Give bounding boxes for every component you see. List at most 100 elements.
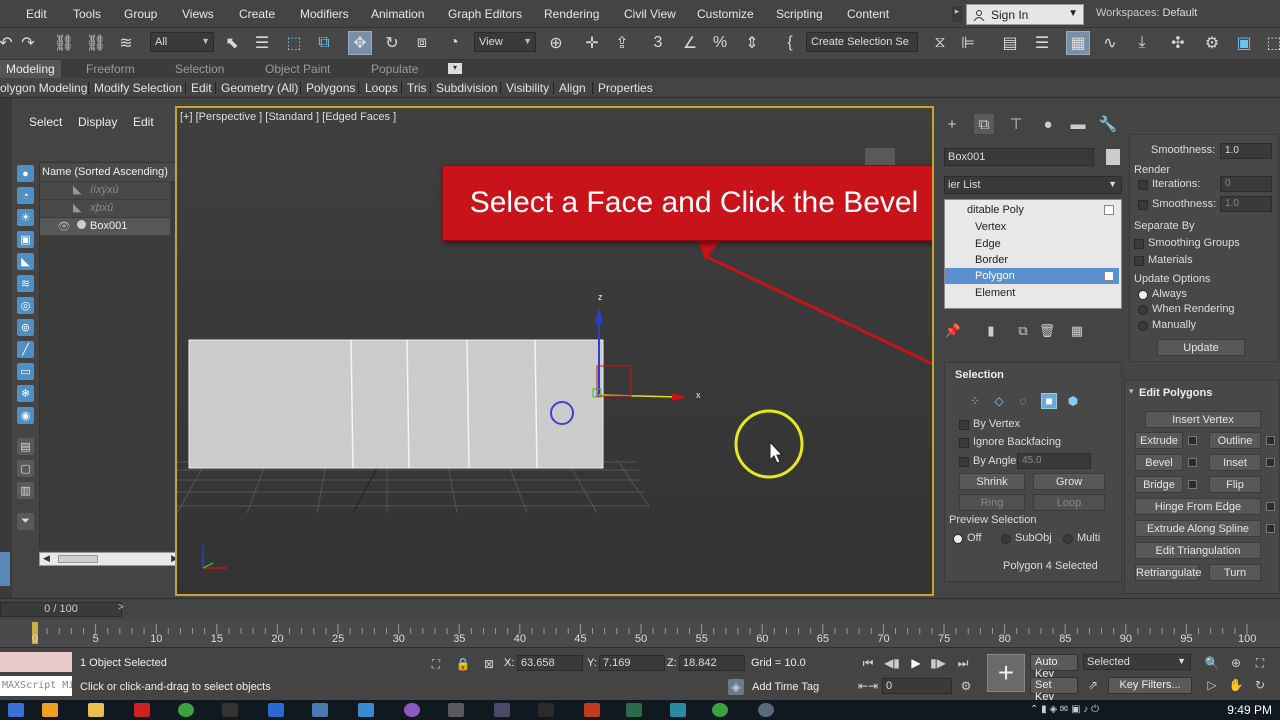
window-crossing-icon[interactable]: ⧉ bbox=[312, 31, 336, 55]
panel-polygon-modeling[interactable]: olygon Modeling bbox=[0, 81, 87, 95]
add-time-tag[interactable]: Add Time Tag bbox=[752, 681, 819, 693]
illustrator-icon[interactable] bbox=[584, 703, 600, 717]
zoom-extents-icon[interactable]: ⛶ bbox=[1252, 655, 1268, 671]
set-key-button[interactable]: Set Key bbox=[1030, 677, 1078, 703]
next-frame-icon[interactable]: ▮▶ bbox=[930, 655, 946, 671]
menu-graph-editors[interactable]: Graph Editors bbox=[448, 7, 522, 21]
menu-customize[interactable]: Customize bbox=[697, 7, 754, 21]
taskbar-app-icon[interactable] bbox=[404, 703, 420, 717]
selection-filter-dropdown[interactable]: All ▼ bbox=[150, 32, 214, 52]
display-containers-icon[interactable]: ▭ bbox=[17, 363, 34, 380]
select-and-move-icon[interactable]: ✥ bbox=[348, 31, 372, 55]
taskbar-app-icon[interactable] bbox=[448, 703, 464, 717]
maxscript-output[interactable] bbox=[0, 652, 72, 672]
workspaces-selector[interactable]: Workspaces: Default bbox=[1096, 7, 1197, 19]
panel-visibility[interactable]: Visibility bbox=[506, 81, 549, 95]
key-set-dropdown[interactable]: Selected ▼ bbox=[1083, 654, 1191, 670]
material-editor-icon[interactable]: ✣ bbox=[1166, 31, 1190, 55]
display-lights-icon[interactable]: ☀ bbox=[17, 209, 34, 226]
selection-lock-icon[interactable]: 🔒 bbox=[455, 656, 471, 672]
ignore-backfacing-checkbox[interactable]: Ignore Backfacing bbox=[959, 436, 1061, 448]
time-tag-icon[interactable]: ◈ bbox=[728, 679, 744, 695]
ribbon-toggle-icon[interactable]: ▦ bbox=[1066, 31, 1090, 55]
display-none-icon[interactable]: ▢ bbox=[17, 460, 34, 477]
go-to-start-icon[interactable]: ⏮ bbox=[860, 655, 876, 671]
by-vertex-checkbox[interactable]: By Vertex bbox=[959, 418, 1020, 430]
panel-tris[interactable]: Tris bbox=[407, 81, 427, 95]
zoom-icon[interactable]: 🔍 bbox=[1204, 655, 1220, 671]
auto-key-button[interactable]: Auto Key bbox=[1030, 654, 1078, 680]
edit-triangulation-button[interactable]: Edit Triangulation bbox=[1135, 542, 1261, 559]
menu-views[interactable]: Views bbox=[182, 7, 214, 21]
start-icon[interactable] bbox=[8, 703, 24, 717]
menu-rendering[interactable]: Rendering bbox=[544, 7, 599, 21]
time-configuration-icon[interactable]: ⚙ bbox=[958, 678, 974, 694]
panel-loops[interactable]: Loops bbox=[365, 81, 398, 95]
menu-create[interactable]: Create bbox=[239, 7, 275, 21]
y-coord-field[interactable]: 7.169 bbox=[599, 655, 665, 671]
edit-polygons-title[interactable]: Edit Polygons bbox=[1139, 387, 1212, 399]
menu-civil-view[interactable]: Civil View bbox=[624, 7, 676, 21]
panel-align[interactable]: Align bbox=[559, 81, 586, 95]
taskbar-app-icon[interactable] bbox=[358, 703, 374, 717]
smoothness-spinner[interactable]: 1.0 bbox=[1220, 143, 1272, 159]
absolute-mode-icon[interactable]: ⊠ bbox=[481, 656, 497, 672]
x-coord-field[interactable]: 63.658 bbox=[517, 655, 583, 671]
visibility-eye-icon[interactable]: 👁 bbox=[57, 220, 71, 233]
play-icon[interactable]: ▶ bbox=[908, 655, 924, 671]
display-groups-icon[interactable]: ◎ bbox=[17, 297, 34, 314]
show-end-result-icon[interactable]: ▮ bbox=[982, 322, 1000, 340]
display-geometry-icon[interactable]: ● bbox=[17, 165, 34, 182]
vertex-mode-icon[interactable]: ⁘ bbox=[967, 393, 983, 409]
outline-button[interactable]: Outline bbox=[1209, 432, 1261, 449]
extrude-along-spline-button[interactable]: Extrude Along Spline bbox=[1135, 520, 1261, 537]
zoom-all-icon[interactable]: ⊕ bbox=[1228, 655, 1244, 671]
lightbulb-toggle-icon[interactable] bbox=[1104, 271, 1114, 281]
lightbulb-toggle-icon[interactable] bbox=[1104, 205, 1114, 215]
menu-overflow-icon[interactable]: ▸ bbox=[952, 6, 962, 22]
explorer-horizontal-scrollbar[interactable]: ◀ ▶ bbox=[39, 552, 182, 566]
bevel-settings-icon[interactable] bbox=[1188, 458, 1197, 467]
hinge-settings-icon[interactable] bbox=[1266, 502, 1275, 511]
time-slider-readout[interactable]: 0 / 100 bbox=[0, 602, 122, 617]
scene-explorer-toggle-icon[interactable]: ▤ bbox=[998, 31, 1022, 55]
mirror-icon[interactable]: ⧖ bbox=[928, 31, 952, 55]
key-mode-icon[interactable]: ⇤⇥ bbox=[858, 678, 878, 694]
stack-item-polygon[interactable]: Polygon bbox=[945, 268, 1119, 284]
select-object-icon[interactable]: ⬉ bbox=[220, 31, 244, 55]
select-and-rotate-icon[interactable]: ↻ bbox=[380, 31, 404, 55]
smoothing-groups-checkbox[interactable]: Smoothing Groups bbox=[1134, 237, 1240, 249]
taskbar-app-icon[interactable] bbox=[494, 703, 510, 717]
remove-modifier-icon[interactable]: 🗑 bbox=[1038, 322, 1056, 340]
redo-icon[interactable]: ↷ bbox=[16, 31, 40, 55]
shrink-button[interactable]: Shrink bbox=[959, 473, 1025, 490]
acrobat-icon[interactable] bbox=[134, 703, 150, 717]
z-coord-field[interactable]: 18.842 bbox=[679, 655, 745, 671]
edge-mode-icon[interactable]: ◇ bbox=[991, 393, 1007, 409]
rectangular-region-icon[interactable]: ⬚ bbox=[282, 31, 306, 55]
field-of-view-icon[interactable]: ▷ bbox=[1204, 677, 1220, 693]
turn-button[interactable]: Turn bbox=[1209, 564, 1261, 581]
configure-modifier-sets-icon[interactable]: ▦ bbox=[1068, 322, 1086, 340]
by-angle-checkbox[interactable]: By Angle: bbox=[959, 455, 1019, 467]
display-all-icon[interactable]: ▤ bbox=[17, 438, 34, 455]
loop-button[interactable]: Loop bbox=[1033, 494, 1105, 511]
ribbon-options-icon[interactable]: ▾ bbox=[448, 63, 462, 74]
named-selection-set-dropdown[interactable]: Create Selection Se bbox=[806, 32, 918, 52]
panel-modify-selection[interactable]: Modify Selection bbox=[94, 81, 182, 95]
render-smoothness-spinner[interactable]: 1.0 bbox=[1220, 196, 1272, 212]
invert-display-icon[interactable]: ▥ bbox=[17, 482, 34, 499]
audition-icon[interactable] bbox=[626, 703, 642, 717]
preview-off-radio[interactable]: Off bbox=[953, 532, 981, 544]
select-and-scale-icon[interactable]: ⧈ bbox=[410, 31, 434, 55]
bridge-button[interactable]: Bridge bbox=[1135, 476, 1183, 493]
select-by-name-icon[interactable]: ☰ bbox=[250, 31, 274, 55]
link-icon[interactable]: ⛓ bbox=[52, 31, 76, 55]
taskbar-app-icon[interactable] bbox=[42, 703, 58, 717]
keyboard-shortcut-override-icon[interactable]: ⇪ bbox=[610, 31, 634, 55]
update-button[interactable]: Update bbox=[1157, 339, 1245, 356]
filter-icon[interactable]: ⏷ bbox=[17, 513, 34, 530]
edit-named-selection-icon[interactable]: { bbox=[778, 31, 802, 55]
object-name-field[interactable]: Box001 bbox=[944, 148, 1094, 166]
render-iterations-checkbox[interactable]: Iterations: bbox=[1138, 178, 1200, 190]
